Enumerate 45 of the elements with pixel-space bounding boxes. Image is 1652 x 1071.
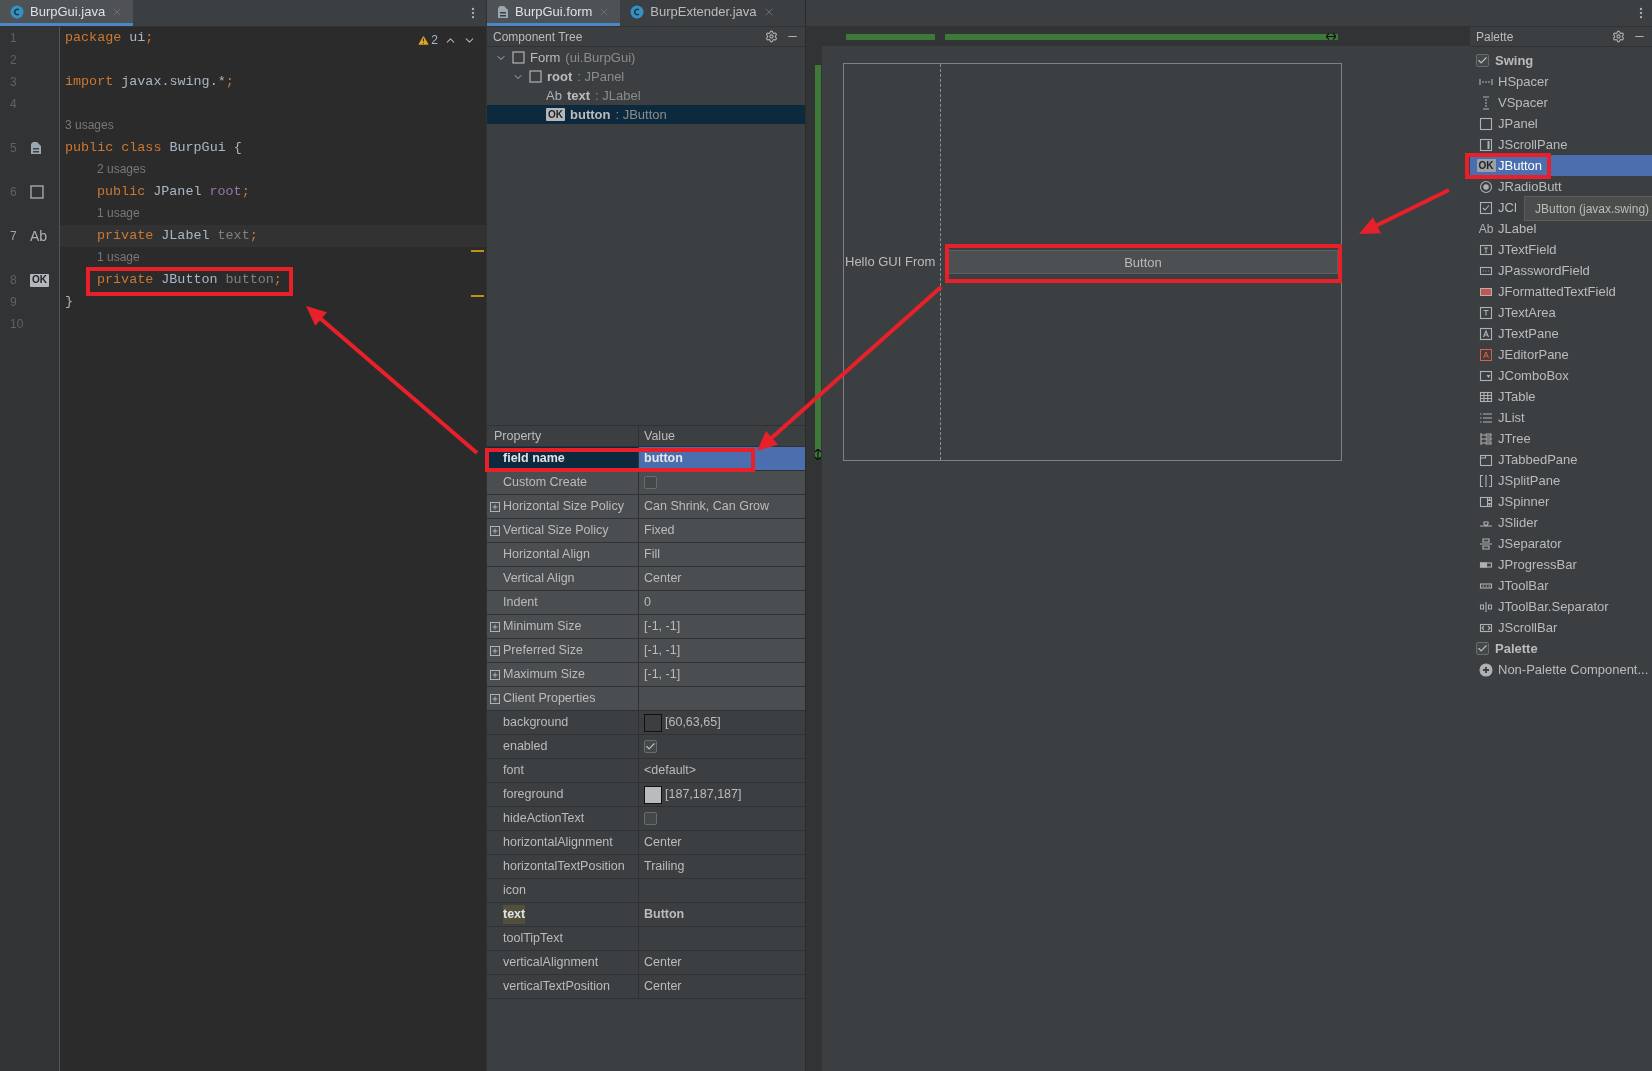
label-component-icon: Ab bbox=[546, 89, 562, 102]
component-type: : JPanel bbox=[577, 67, 625, 86]
component-type: : JButton bbox=[615, 105, 667, 124]
code-line: public JPanel root; bbox=[97, 184, 250, 200]
property-value: Center bbox=[644, 978, 682, 996]
property-value: [187,187,187] bbox=[665, 786, 742, 804]
property-value: Center bbox=[644, 834, 682, 852]
component-name: button bbox=[570, 105, 611, 124]
component-badge-icon: OK bbox=[546, 108, 565, 121]
tab-label: BurpGui.form bbox=[515, 2, 593, 21]
component-name: text bbox=[566, 86, 591, 105]
code-line: import javax.swing.*; bbox=[65, 74, 234, 90]
property-value: [60,63,65] bbox=[665, 714, 721, 732]
property-value: Fixed bbox=[644, 522, 675, 540]
property-value: Center bbox=[644, 570, 682, 588]
property-value: Can Shrink, Can Grow bbox=[644, 498, 770, 516]
property-value: <default> bbox=[644, 762, 697, 780]
line-number: 7 bbox=[9, 228, 18, 245]
property-value: [-1, -1] bbox=[644, 618, 681, 636]
component-badge-icon: OK bbox=[30, 273, 49, 287]
code-line: } bbox=[65, 294, 74, 310]
code-line: public class BurpGui { bbox=[65, 140, 242, 156]
label-component-icon: Ab bbox=[30, 229, 48, 243]
component-name: root bbox=[547, 67, 573, 86]
panel-title: Component Tree bbox=[493, 28, 584, 46]
component-name: Form bbox=[530, 48, 561, 67]
component-type: (ui.BurpGui) bbox=[565, 48, 636, 67]
tooltip: JButton (javax.swing) bbox=[1524, 196, 1652, 221]
code-line: private JButton button; bbox=[97, 272, 282, 288]
property-value: Center bbox=[644, 954, 682, 972]
code-line: package ui; bbox=[65, 30, 154, 46]
property-value: button bbox=[644, 450, 683, 468]
property-value: Trailing bbox=[644, 858, 685, 876]
label-component-icon: Ab bbox=[1478, 222, 1494, 235]
component-type: : JLabel bbox=[595, 86, 641, 105]
property-value: [-1, -1] bbox=[644, 666, 681, 684]
property-value: 0 bbox=[644, 594, 651, 612]
property-value: Button bbox=[644, 906, 685, 924]
property-value: Fill bbox=[644, 546, 660, 564]
code-line: private JLabel text; bbox=[97, 228, 258, 244]
tab-label: BurpExtender.java bbox=[650, 2, 757, 21]
tab-label: BurpGui.java bbox=[30, 2, 106, 21]
panel-title: Palette bbox=[1476, 28, 1515, 46]
component-badge-icon: OK bbox=[1476, 159, 1496, 172]
property-value: [-1, -1] bbox=[644, 642, 681, 660]
